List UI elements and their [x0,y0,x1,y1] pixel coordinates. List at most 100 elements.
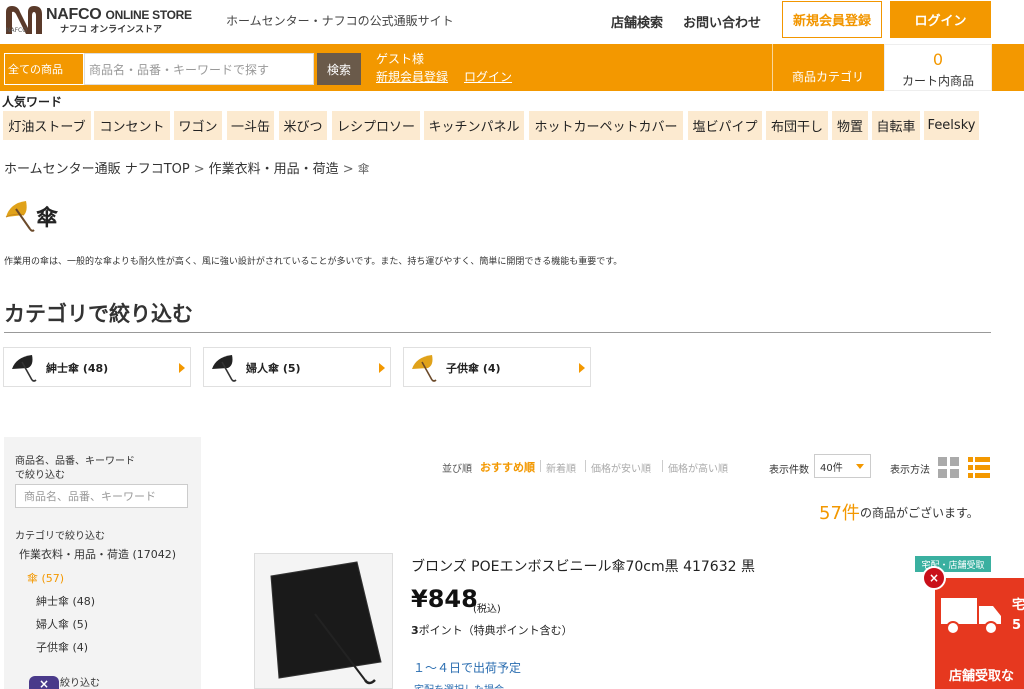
sort-divider [585,460,586,472]
popular-tag[interactable]: 自転車 [872,111,920,140]
points-text: ポイント（特典ポイント含む） [418,624,573,637]
breadcrumb-parent[interactable]: 作業衣料・用品・荷造 [209,162,339,177]
popular-tag[interactable]: 米びつ [279,111,327,140]
sort-newest[interactable]: 新着順 [546,460,576,475]
close-icon[interactable]: × [29,676,59,689]
product-name[interactable]: ブロンズ POEエンボスビニール傘70cm黒 417632 黒 [411,556,755,576]
category-select[interactable]: 全ての商品 [4,53,84,85]
sidebar-subcategory[interactable]: 子供傘 (4) [36,639,88,655]
result-count: 57件 [819,503,860,524]
breadcrumb-sep: > [342,162,354,177]
guest-label: ゲスト様 [376,52,425,66]
per-page-value: 40件 [820,462,843,474]
logo-store: ONLINE STORE [105,8,193,22]
logo-main: NAFCO [46,6,102,23]
popular-tag[interactable]: Feelsky [924,111,979,140]
per-page-label: 表示件数 [769,465,809,476]
product-tax: (税込) [473,604,501,615]
sidebar-keyword-placeholder: 商品名、品番、キーワード [24,490,156,503]
logo-small: NAFCO [6,27,27,34]
product-image[interactable] [254,553,393,689]
sort-divider [540,460,541,472]
search-button[interactable]: 検索 [317,53,361,85]
popular-tag[interactable]: ホットカーペットカバー [529,111,683,140]
sidebar-current-category[interactable]: 傘 (57) [27,570,64,586]
close-banner-button[interactable]: × [922,566,946,590]
popular-words-title: 人気ワード [2,95,63,109]
sidebar-keyword-label-2: で絞り込む [15,470,65,481]
cart-label: カート内商品 [901,74,974,88]
truck-icon [941,598,1001,635]
sidebar-keyword-input[interactable]: 商品名、品番、キーワード [15,484,188,508]
shipping-estimate: １～４日で出荷予定 [413,661,522,675]
category-card-kids[interactable]: 子供傘 (4) [403,347,591,387]
umbrella-yellow-icon [5,201,35,232]
points-number: 3 [411,624,419,637]
sort-label: 並び順 [442,464,472,475]
sidebar-next-filter-label: 絞り込む [60,678,100,689]
login-button[interactable]: ログイン [890,1,991,38]
chevron-down-icon [856,464,864,469]
search-placeholder: 商品名・品番・キーワードで探す [89,62,270,77]
umbrella-black-icon [12,355,37,382]
category-select-label: 全ての商品 [8,63,63,76]
category-card-womens[interactable]: 婦人傘 (5) [203,347,391,387]
product-points: 3ポイント（特典ポイント含む） [411,622,573,638]
arrow-right-icon [579,363,585,373]
banner-text-2: 5 [1012,618,1022,633]
logo-kana: ナフコ オンラインストア [60,25,162,35]
register-link[interactable]: 新規会員登録 [376,68,448,85]
arrow-right-icon [379,363,385,373]
product-category-link[interactable]: 商品カテゴリ [773,68,883,85]
grid-view-icon[interactable] [938,457,959,478]
register-button[interactable]: 新規会員登録 [782,1,882,38]
cart-count: 0 [932,50,944,69]
category-card-label: 婦人傘 (5) [246,362,301,375]
sidebar-category-label: カテゴリで絞り込む [15,531,105,542]
sidebar-parent-category[interactable]: 作業衣料・用品・荷造 (17042) [19,546,176,562]
umbrella-black-icon [212,355,237,382]
store-search-link[interactable]: 店舗検索 [611,12,663,31]
cart-button[interactable]: 0 カート内商品 [884,44,992,91]
popular-tag[interactable]: 布団干し [766,111,828,140]
tagline: ホームセンター・ナフコの公式通販サイト [226,14,454,28]
sort-price-high[interactable]: 価格が高い順 [668,460,728,475]
popular-tag[interactable]: 灯油ストーブ [3,111,91,140]
popular-tag[interactable]: 塩ビパイプ [688,111,762,140]
contact-link[interactable]: お問い合わせ [683,12,761,31]
breadcrumb-home[interactable]: ホームセンター通販 ナフコTOP [4,162,190,177]
breadcrumb-sep: > [193,162,205,177]
search-input[interactable]: 商品名・品番・キーワードで探す [84,53,314,85]
page-title: 傘 [36,206,59,231]
popular-tag[interactable]: キッチンパネル [424,111,524,140]
popular-tag[interactable]: レシプロソー [332,111,420,140]
per-page-select[interactable]: 40件 [814,454,871,478]
category-card-label: 子供傘 (4) [446,362,501,375]
divider [4,332,991,333]
result-count-text: の商品がございます。 [860,506,979,520]
sort-divider [662,460,663,472]
shipping-note: 宅配を選択した場合 [414,681,504,689]
sidebar-keyword-label: 商品名、品番、キーワード [15,456,135,467]
popular-tag[interactable]: 一斗缶 [227,111,274,140]
banner-text-1: 宅 [1012,598,1024,613]
popular-tag[interactable]: コンセント [94,111,170,140]
sort-price-low[interactable]: 価格が安い順 [591,460,651,475]
login-link[interactable]: ログイン [464,68,512,85]
category-card-label: 紳士傘 (48) [46,362,109,375]
umbrella-product-image [255,554,392,688]
sort-recommended[interactable]: おすすめ順 [480,459,535,475]
view-mode-label: 表示方法 [890,465,930,476]
sidebar-subcategory[interactable]: 婦人傘 (5) [36,616,88,632]
filter-section-title: カテゴリで絞り込む [4,302,193,326]
category-card-mens[interactable]: 紳士傘 (48) [3,347,191,387]
product-price: ¥848 [411,585,478,613]
umbrella-yellow-icon [412,355,437,382]
arrow-right-icon [179,363,185,373]
list-view-icon[interactable] [968,457,990,478]
sidebar-subcategory[interactable]: 紳士傘 (48) [36,593,95,609]
page-description: 作業用の傘は、一般的な傘よりも耐久性が高く、風に強い設計がされていることが多いで… [4,257,623,267]
popular-tag[interactable]: ワゴン [174,111,222,140]
breadcrumb: ホームセンター通販 ナフコTOP > 作業衣料・用品・荷造 > 傘 [4,158,370,177]
popular-tag[interactable]: 物置 [832,111,868,140]
